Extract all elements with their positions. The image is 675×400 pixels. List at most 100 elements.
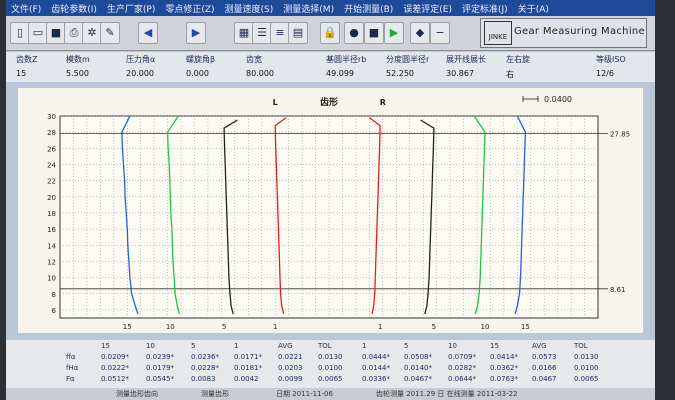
table-cell: 0.0042: [234, 375, 259, 383]
bottom-tooth-label: 15: [123, 323, 132, 331]
gear-parameters-panel: 齿数Z 15 模数m 5.500 压力角α 20.000 螺旋角β 0.000 齿宽 80.000…: [6, 52, 655, 82]
minus-button[interactable]: −: [430, 22, 450, 44]
bottom-tooth-label: 1: [273, 323, 277, 331]
param-value-3[interactable]: 0.000: [186, 69, 209, 78]
y-tick-label: 20: [47, 194, 56, 202]
stop-icon: ■: [368, 26, 380, 39]
menu-item-1[interactable]: 齿轮参数(I): [46, 2, 102, 15]
grid-view-button[interactable]: ▦: [234, 22, 254, 44]
y-tick-label: 16: [47, 226, 56, 234]
table-cell: 0.0179*: [146, 364, 174, 372]
save-button[interactable]: ■: [46, 22, 66, 44]
arrow-right-button[interactable]: ▶: [186, 22, 206, 44]
table-cell: 0.0282*: [448, 364, 476, 372]
y-tick-label: 24: [47, 161, 56, 169]
bottom-tooth-label: 15: [521, 323, 530, 331]
stop-button[interactable]: ■: [364, 22, 384, 44]
brand-box: JINKE Gear Measuring Machine: [480, 18, 647, 48]
lines-view-button[interactable]: ≡: [270, 22, 290, 44]
new-file-button[interactable]: ▯: [10, 22, 30, 44]
table-cell: 0.0222*: [101, 364, 129, 372]
table-row-label-2: Fα: [66, 375, 75, 383]
table-header-10: AVG: [532, 342, 547, 350]
table-cell: 0.0508*: [404, 353, 432, 361]
param-value-8[interactable]: 右: [506, 69, 514, 80]
table-cell: 0.0414*: [490, 353, 518, 361]
table-row-label-1: fHα: [66, 364, 79, 372]
menu-item-9[interactable]: 关于(A): [513, 2, 554, 15]
y-tick-label: 28: [47, 129, 56, 137]
diamond-icon: ◆: [415, 26, 425, 39]
record-button[interactable]: ●: [344, 22, 364, 44]
table-cell: 0.0221: [278, 353, 303, 361]
param-value-1[interactable]: 5.500: [66, 69, 89, 78]
table-cell: 0.0362*: [490, 364, 518, 372]
status-left: 测量齿形齿向: [116, 390, 158, 398]
lock-button[interactable]: 🔒: [320, 22, 340, 44]
table-cell: 0.0336*: [362, 375, 390, 383]
chart-title: 齿形: [320, 96, 338, 108]
param-value-9[interactable]: 12/6: [596, 69, 614, 78]
menu-item-2[interactable]: 生产厂家(P): [102, 2, 160, 15]
menu-item-7[interactable]: 误差评定(E): [398, 2, 457, 15]
status-mid: 测量齿形: [201, 390, 229, 398]
arrow-left-button[interactable]: ◀: [138, 22, 158, 44]
table-cell: 0.0171*: [234, 353, 262, 361]
param-header-3: 螺旋角β: [186, 55, 216, 64]
param-value-2[interactable]: 20.000: [126, 69, 154, 78]
table-cell: 0.0573: [532, 353, 557, 361]
list-view-icon: ☰: [257, 26, 267, 39]
menu-item-5[interactable]: 测量选择(M): [278, 2, 339, 15]
table-cell: 0.0130: [574, 353, 599, 361]
profile-chart-panel: 30 28 26 24 22 20 18 16 14 12 10 8 6 27.85 8.61 齿形 L R 0.0…: [18, 88, 643, 333]
play-icon: ▶: [389, 26, 399, 39]
param-value-4[interactable]: 80.000: [246, 69, 274, 78]
table-cell: 0.0100: [574, 364, 599, 372]
table-cell: 0.0083: [191, 375, 216, 383]
status-bar: 测量齿形齿向 测量齿形 日期 2011-11-06 齿轮测量 2011.29 日…: [6, 388, 655, 400]
param-header-7: 展开线展长: [446, 55, 486, 64]
menu-item-8[interactable]: 评定标准(J): [457, 2, 513, 15]
param-value-7[interactable]: 30.867: [446, 69, 474, 78]
table-cell: 0.0709*: [448, 353, 476, 361]
param-header-1: 模数m: [66, 55, 90, 64]
clear-button[interactable]: ✎: [100, 22, 120, 44]
table-header-9: 15: [490, 342, 499, 350]
table-cell: 0.0065: [318, 375, 343, 383]
toolbar: ▯ ▭ ■ ⎙ ✲ ✎ ◀ ▶ ▦ ☰ ≡ ▤ 🔒 ● ■ ▶ ◆ − JINKE Gear Measuring …: [6, 16, 655, 51]
open-folder-button[interactable]: ▭: [28, 22, 48, 44]
open-folder-icon: ▭: [32, 26, 44, 39]
brand-text: Gear Measuring Machine: [514, 26, 645, 37]
menu-item-0[interactable]: 文件(F): [6, 2, 46, 15]
table-cell: 0.0140*: [404, 364, 432, 372]
diamond-button[interactable]: ◆: [410, 22, 430, 44]
play-button[interactable]: ▶: [384, 22, 404, 44]
table-cell: 0.0444*: [362, 353, 390, 361]
bottom-tooth-label: 5: [432, 323, 436, 331]
document-button[interactable]: ▤: [288, 22, 308, 44]
param-header-9: 等级ISO: [596, 55, 626, 64]
table-cell: 0.0467*: [404, 375, 432, 383]
menu-item-6[interactable]: 开始测量(B): [339, 2, 398, 15]
settings-button[interactable]: ✲: [82, 22, 102, 44]
list-view-button[interactable]: ☰: [252, 22, 272, 44]
menu-bar: 文件(F) 齿轮参数(I) 生产厂家(P) 零点修正(Z) 测量速度(S) 测量选择(M)…: [6, 0, 655, 16]
table-header-6: 1: [362, 342, 367, 350]
table-cell: 0.0130: [318, 353, 343, 361]
param-value-0[interactable]: 15: [16, 69, 26, 78]
table-header-3: 1: [234, 342, 239, 350]
param-header-8: 左右旋: [506, 55, 530, 64]
table-cell: 0.0236*: [191, 353, 219, 361]
param-value-5[interactable]: 49.099: [326, 69, 354, 78]
table-header-11: TOL: [574, 342, 588, 350]
menu-item-3[interactable]: 零点修正(Z): [160, 2, 219, 15]
y-tick-label: 8: [52, 291, 56, 299]
print-button[interactable]: ⎙: [64, 22, 84, 44]
table-cell: 0.0763*: [490, 375, 518, 383]
record-icon: ●: [349, 26, 359, 39]
table-header-1: 10: [146, 342, 155, 350]
bottom-tooth-label: 10: [166, 323, 175, 331]
param-value-6[interactable]: 52.250: [386, 69, 414, 78]
menu-item-4[interactable]: 测量速度(S): [220, 2, 279, 15]
param-header-4: 齿宽: [246, 55, 262, 64]
